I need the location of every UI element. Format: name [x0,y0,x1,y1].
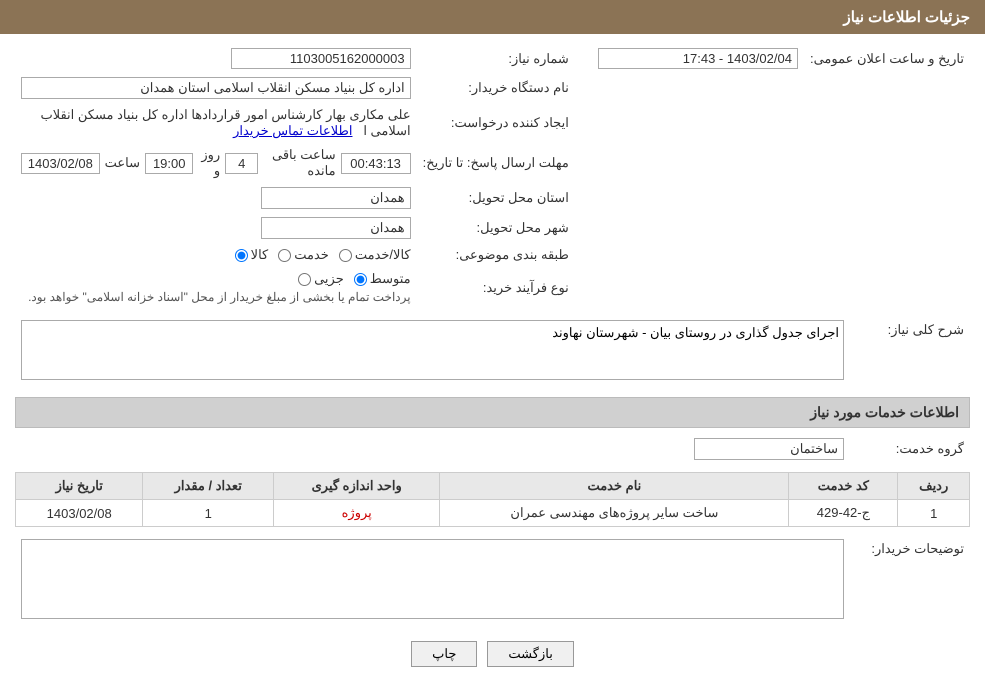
services-thead: ردیف کد خدمت نام خدمت واحد اندازه گیری ت… [16,473,970,500]
buyer-desc-textarea[interactable] [21,539,844,619]
row-deadline: مهلت ارسال پاسخ: تا تاریخ: 00:43:13 ساعت… [15,143,970,183]
announce-label: تاریخ و ساعت اعلان عمومی: [804,44,970,73]
deadline-time: 19:00 [145,153,193,174]
radio-goods-input[interactable] [235,249,248,262]
services-table: ردیف کد خدمت نام خدمت واحد اندازه گیری ت… [15,472,970,527]
buyer-org-label: نام دستگاه خریدار: [417,73,575,103]
creator-label: ایجاد کننده درخواست: [417,103,575,143]
need-desc-wrapper [21,320,844,383]
remaining-label: ساعت باقی مانده [263,147,335,179]
category-label: طبقه بندی موضوعی: [417,243,575,267]
need-number-input: 1103005162000003 [231,48,411,69]
row-service-group: گروه خدمت: ساختمان [15,434,970,464]
radio-medium[interactable]: متوسط [354,271,411,287]
page-wrapper: جزئیات اطلاعات نیاز تاریخ و ساعت اعلان ع… [0,0,985,692]
back-button[interactable]: بازگشت [487,641,573,667]
category-radios: کالا/خدمت خدمت کالا [15,243,417,267]
buyer-desc-label: توضیحات خریدار: [850,535,970,626]
radio-partial[interactable]: جزیی [298,271,344,287]
cell-row: 1 [898,500,970,527]
deadline-date: 1403/02/08 [21,153,100,174]
cell-count: 1 [143,500,274,527]
service-group-table: گروه خدمت: ساختمان [15,434,970,464]
row-category: طبقه بندی موضوعی: کالا/خدمت خدمت کالا [15,243,970,267]
cell-code: ج-42-429 [789,500,898,527]
table-row: 1 ج-42-429 ساخت سایر پروژه‌های مهندسی عم… [16,500,970,527]
buyer-org-input: اداره کل بنیاد مسکن انقلاب اسلامی استان … [21,77,411,99]
row-province: استان محل تحویل: همدان [15,183,970,213]
days-label: روز و [198,147,220,179]
row-city: شهر محل تحویل: همدان [15,213,970,243]
need-number-label: شماره نیاز: [417,44,575,73]
col-name: نام خدمت [440,473,789,500]
radio-goods[interactable]: کالا [235,247,269,263]
row-need-desc: شرح کلی نیاز: [15,316,970,387]
deadline-value: 00:43:13 ساعت باقی مانده 4 روز و 19:00 س… [15,143,417,183]
service-group-label: گروه خدمت: [850,434,970,464]
radio-partial-input[interactable] [298,273,311,286]
service-info-header: اطلاعات خدمات مورد نیاز [15,397,970,428]
need-number-value: 1103005162000003 [15,44,417,73]
col-date: تاریخ نیاز [16,473,143,500]
page-title: جزئیات اطلاعات نیاز [844,9,971,26]
deadline-label: مهلت ارسال پاسخ: تا تاریخ: [417,143,575,183]
services-tbody: 1 ج-42-429 ساخت سایر پروژه‌های مهندسی عم… [16,500,970,527]
deadline-days: 4 [225,153,258,174]
radio-medium-input[interactable] [354,273,367,286]
province-label: استان محل تحویل: [417,183,575,213]
service-group-value: ساختمان [15,434,850,464]
province-value: همدان [15,183,417,213]
city-label: شهر محل تحویل: [417,213,575,243]
radio-goods-label: کالا [251,247,269,263]
col-unit: واحد اندازه گیری [274,473,440,500]
purchase-type-value: متوسط جزیی پرداخت تمام یا بخشی از مبلغ خ… [15,267,417,308]
announce-input: 1403/02/04 - 17:43 [598,48,798,69]
cell-name: ساخت سایر پروژه‌های مهندسی عمران [440,500,789,527]
need-desc-section: شرح کلی نیاز: [15,316,970,387]
row-need-number: تاریخ و ساعت اعلان عمومی: 1403/02/04 - 1… [15,44,970,73]
radio-partial-label: جزیی [314,271,344,287]
button-row: بازگشت چاپ [15,641,970,667]
buyer-desc-value [15,535,850,626]
cell-date: 1403/02/08 [16,500,143,527]
cell-unit: پروژه [274,500,440,527]
creator-name: علی مکاری بهار کارشناس امور قراردادها اد… [40,107,410,138]
buyer-org-value: اداره کل بنیاد مسکن انقلاب اسلامی استان … [15,73,417,103]
province-input: همدان [261,187,411,209]
purchase-type-label: نوع فرآیند خرید: [417,267,575,308]
print-button[interactable]: چاپ [411,641,477,667]
purchase-note: پرداخت تمام یا بخشی از مبلغ خریدار از مح… [21,290,411,304]
city-value: همدان [15,213,417,243]
page-header: جزئیات اطلاعات نیاز [0,0,985,34]
need-desc-textarea[interactable] [21,320,844,380]
creator-link[interactable]: اطلاعات تماس خریدار [233,123,352,138]
row-purchase-type: نوع فرآیند خرید: متوسط جزیی [15,267,970,308]
info-table: تاریخ و ساعت اعلان عمومی: 1403/02/04 - 1… [15,44,970,308]
city-input: همدان [261,217,411,239]
buyer-desc-table: توضیحات خریدار: [15,535,970,626]
content-area: تاریخ و ساعت اعلان عمومی: 1403/02/04 - 1… [0,34,985,692]
radio-service[interactable]: خدمت [278,247,329,263]
col-code: کد خدمت [789,473,898,500]
radio-medium-label: متوسط [370,271,411,287]
service-group-input: ساختمان [694,438,844,460]
time-label: ساعت [105,155,140,171]
services-header-row: ردیف کد خدمت نام خدمت واحد اندازه گیری ت… [16,473,970,500]
col-row: ردیف [898,473,970,500]
col-count: تعداد / مقدار [143,473,274,500]
radio-service-label: خدمت [294,247,329,263]
need-desc-value [15,316,850,387]
remaining-timer: 00:43:13 [341,153,411,174]
announce-value: 1403/02/04 - 17:43 [592,44,804,73]
creator-value: علی مکاری بهار کارشناس امور قراردادها اد… [15,103,417,143]
need-desc-label: شرح کلی نیاز: [850,316,970,387]
radio-goods-service-label: کالا/خدمت [355,247,411,263]
radio-goods-service[interactable]: کالا/خدمت [339,247,411,263]
row-creator: ایجاد کننده درخواست: علی مکاری بهار کارش… [15,103,970,143]
row-buyer-org: نام دستگاه خریدار: اداره کل بنیاد مسکن ا… [15,73,970,103]
radio-service-input[interactable] [278,249,291,262]
radio-goods-service-input[interactable] [339,249,352,262]
row-buyer-desc: توضیحات خریدار: [15,535,970,626]
buyer-desc-wrapper [21,539,844,622]
